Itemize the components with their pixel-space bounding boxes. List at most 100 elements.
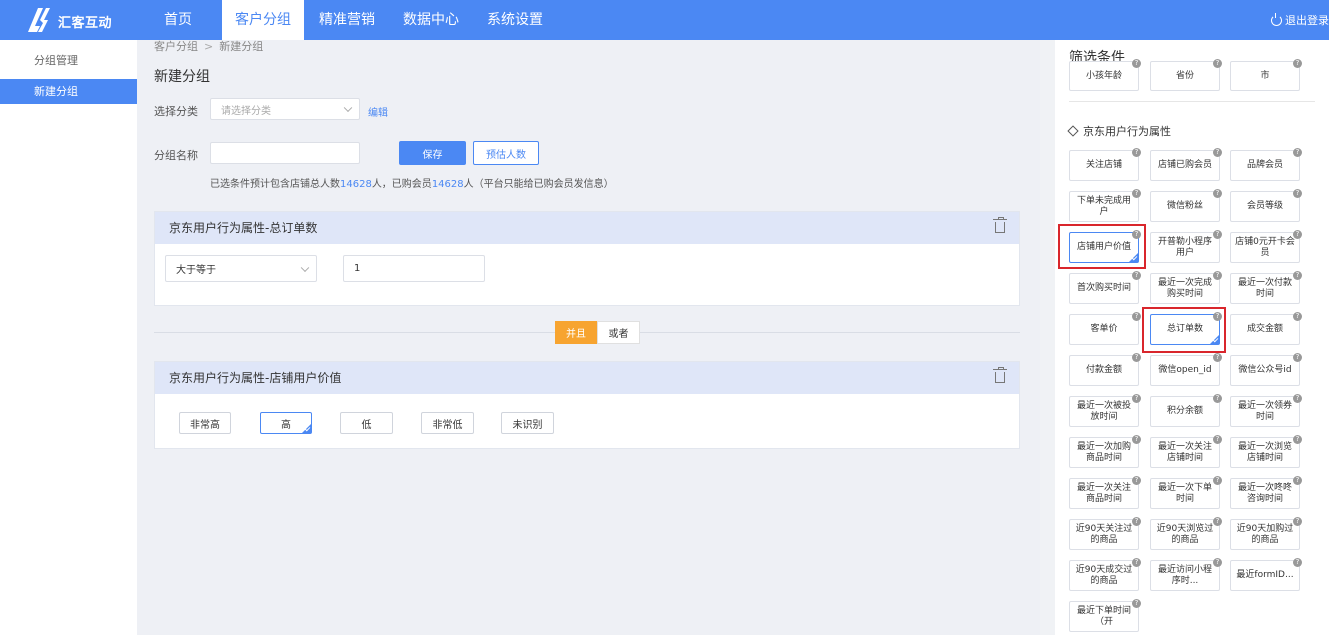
option-unrecognized[interactable]: 未识别: [501, 412, 554, 434]
condition-panel-total-orders: 京东用户行为属性-总订单数 大于等于 1: [154, 211, 1020, 306]
help-icon: ?: [1213, 476, 1222, 485]
filter-attr[interactable]: 品牌会员?: [1230, 148, 1302, 181]
filter-attr[interactable]: 最近一次浏览店铺时间?: [1230, 435, 1302, 468]
nav-system-settings[interactable]: 系统设置: [480, 0, 550, 40]
sidebar: 分组管理 新建分组: [0, 40, 137, 635]
brand-name: 汇客互动: [58, 16, 113, 31]
filter-attr[interactable]: 小孩年龄?: [1069, 59, 1141, 91]
filter-attr[interactable]: 近90天成交过的商品?: [1069, 558, 1141, 591]
sidebar-item-group-management[interactable]: 分组管理: [0, 48, 137, 73]
operator-select[interactable]: 大于等于: [165, 255, 317, 282]
help-icon: ?: [1213, 353, 1222, 362]
estimate-button[interactable]: 预估人数: [473, 141, 539, 165]
filter-attr[interactable]: 近90天浏览过的商品?: [1150, 517, 1222, 550]
filter-attr[interactable]: 最近访问小程序时...?: [1150, 558, 1222, 591]
help-icon: ?: [1132, 476, 1141, 485]
breadcrumb-item[interactable]: 客户分组: [154, 40, 198, 53]
filter-attr[interactable]: 最近一次完成购买时间?: [1150, 271, 1222, 304]
filter-attr[interactable]: 最近一次被投放时间?: [1069, 394, 1141, 427]
filter-attr[interactable]: 首次购买时间?: [1069, 271, 1141, 304]
top-nav-bar: 汇客互动 首页 客户分组 精准营销 数据中心 系统设置 退出登录: [0, 0, 1329, 40]
filter-attr[interactable]: 最近下单时间（开?: [1069, 599, 1141, 632]
main-content: 客户分组 > 新建分组 新建分组 选择分类 请选择分类 编辑 分组名称 保存 预估人…: [137, 40, 1040, 635]
filter-attr[interactable]: 最近一次领券时间?: [1230, 394, 1302, 427]
filter-attr[interactable]: 最近一次付款时间?: [1230, 271, 1302, 304]
section-title: 京东用户行为属性: [1067, 123, 1171, 139]
help-icon: ?: [1132, 435, 1141, 444]
filter-attr[interactable]: 付款金额?: [1069, 353, 1141, 386]
save-button[interactable]: 保存: [399, 141, 466, 165]
filter-attr[interactable]: 微信open_id?: [1150, 353, 1222, 386]
nav-customer-group[interactable]: 客户分组: [222, 0, 304, 40]
help-icon: ?: [1132, 148, 1141, 157]
filter-attr[interactable]: 最近一次关注商品时间?: [1069, 476, 1141, 509]
filter-attr[interactable]: 最近一次咚咚咨询时间?: [1230, 476, 1302, 509]
filter-attr[interactable]: 店铺已购会员?: [1150, 148, 1222, 181]
filter-attr[interactable]: 开普勒小程序用户?: [1150, 230, 1222, 263]
filter-attr[interactable]: 微信粉丝?: [1150, 189, 1222, 222]
help-icon: ?: [1132, 271, 1141, 280]
trash-icon[interactable]: [993, 367, 1007, 383]
help-icon: ?: [1293, 476, 1302, 485]
help-icon: ?: [1293, 230, 1302, 239]
edit-link[interactable]: 编辑: [368, 104, 388, 119]
help-icon: ?: [1132, 59, 1141, 68]
or-toggle[interactable]: 或者: [597, 321, 640, 344]
filter-attr[interactable]: 关注店铺?: [1069, 148, 1141, 181]
help-icon: ?: [1213, 517, 1222, 526]
nav-home[interactable]: 首页: [150, 0, 206, 40]
category-label: 选择分类: [154, 105, 198, 118]
nav-data-center[interactable]: 数据中心: [396, 0, 466, 40]
filter-attr[interactable]: 最近一次加购商品时间?: [1069, 435, 1141, 468]
help-icon: ?: [1293, 189, 1302, 198]
estimate-hint: 已选条件预计包含店铺总人数14628人，已购会员14628人（平台只能给已购会员…: [210, 179, 614, 190]
panel-title: 京东用户行为属性-总订单数: [169, 221, 318, 235]
trash-icon[interactable]: [993, 217, 1007, 233]
filter-attr[interactable]: 最近formID...?: [1230, 558, 1302, 591]
group-name-input[interactable]: [210, 142, 360, 164]
filter-attr[interactable]: 店铺0元开卡会员?: [1230, 230, 1302, 263]
filter-attr[interactable]: 下单未完成用户?: [1069, 189, 1141, 222]
filter-attr[interactable]: 最近一次下单时间?: [1150, 476, 1222, 509]
nav-precision-marketing[interactable]: 精准营销: [312, 0, 382, 40]
filter-attr[interactable]: 客单价?: [1069, 312, 1141, 345]
highlight-box: [1142, 307, 1226, 353]
filter-attr[interactable]: 近90天关注过的商品?: [1069, 517, 1141, 550]
highlight-box: [1058, 224, 1146, 269]
option-very-high[interactable]: 非常高: [179, 412, 231, 434]
order-count-input[interactable]: 1: [343, 255, 485, 282]
help-icon: ?: [1293, 435, 1302, 444]
sidebar-item-new-group[interactable]: 新建分组: [0, 79, 137, 104]
category-placeholder: 请选择分类: [221, 105, 271, 117]
logout-label: 退出登录: [1285, 14, 1329, 27]
filter-attr[interactable]: 省份?: [1150, 59, 1222, 91]
filter-attr[interactable]: 积分余额?: [1150, 394, 1222, 427]
help-icon: ?: [1213, 230, 1222, 239]
help-icon: ?: [1132, 558, 1141, 567]
breadcrumb-item: 新建分组: [219, 40, 264, 53]
help-icon: ?: [1213, 271, 1222, 280]
filter-attr[interactable]: 成交金额?: [1230, 312, 1302, 345]
and-toggle[interactable]: 并且: [555, 321, 597, 344]
help-icon: ?: [1293, 59, 1302, 68]
logout-button[interactable]: 退出登录: [1271, 12, 1329, 28]
help-icon: ?: [1293, 394, 1302, 403]
layers-icon: [1067, 125, 1079, 137]
filter-attr[interactable]: 最近一次关注店铺时间?: [1150, 435, 1222, 468]
category-select[interactable]: 请选择分类: [210, 98, 360, 120]
panel-title: 京东用户行为属性-店铺用户价值: [169, 371, 342, 385]
help-icon: ?: [1213, 189, 1222, 198]
filter-attr[interactable]: 会员等级?: [1230, 189, 1302, 222]
option-very-low[interactable]: 非常低: [421, 412, 474, 434]
filter-attr[interactable]: 微信公众号id?: [1230, 353, 1302, 386]
option-high[interactable]: 高: [260, 412, 312, 434]
filter-attr[interactable]: 市?: [1230, 59, 1302, 91]
panel-header: 京东用户行为属性-店铺用户价值: [155, 362, 1019, 394]
option-low[interactable]: 低: [340, 412, 393, 434]
help-icon: ?: [1213, 148, 1222, 157]
breadcrumb: 客户分组 > 新建分组: [154, 40, 264, 53]
group-name-label: 分组名称: [154, 149, 198, 162]
help-icon: ?: [1132, 599, 1141, 608]
filter-attr[interactable]: 近90天加购过的商品?: [1230, 517, 1302, 550]
help-icon: ?: [1293, 312, 1302, 321]
